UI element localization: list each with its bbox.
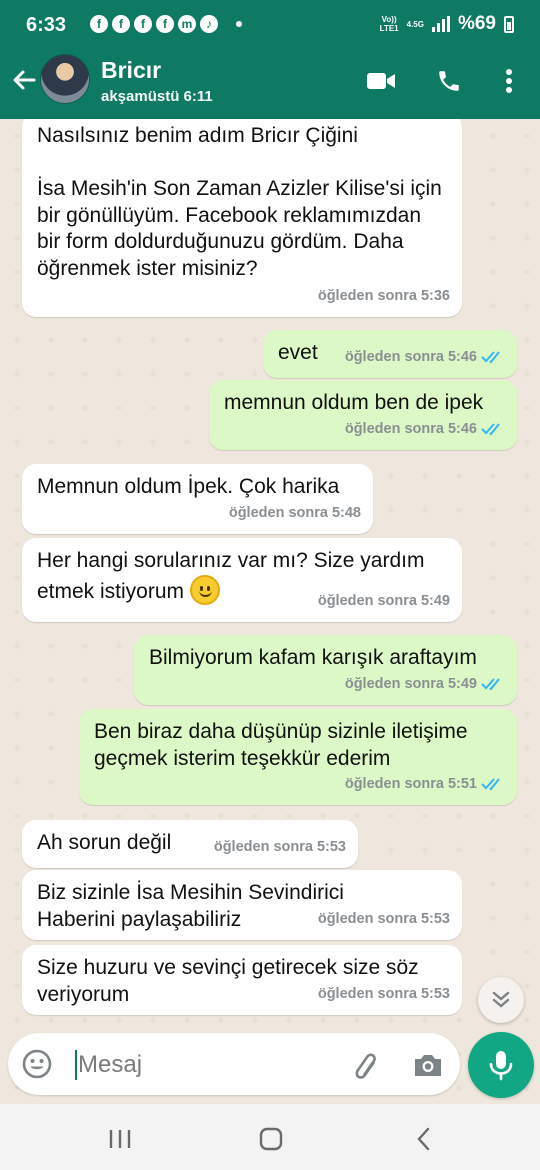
lte-label: LTE1	[379, 24, 399, 33]
slightly-smiling-face-emoji-icon	[189, 574, 220, 605]
message-incoming[interactable]: Her hangi sorularınız var mı? Size yardı…	[22, 538, 462, 622]
more-notifications-dot	[236, 21, 242, 27]
facebook-notification-icon: f	[112, 15, 130, 33]
tiktok-notification-icon: ♪	[200, 15, 218, 33]
volte-label: Vo))	[381, 15, 397, 24]
message-meta: öğleden sonra 5:53	[318, 906, 450, 933]
text-cursor	[75, 1050, 77, 1080]
message-outgoing[interactable]: evet öğleden sonra 5:46	[263, 330, 517, 378]
message-meta: öğleden sonra 5:36	[318, 283, 450, 310]
read-receipt-icon	[481, 423, 500, 436]
message-time: öğleden sonra 5:53	[213, 838, 346, 855]
message-meta: öğleden sonra 5:53	[318, 981, 450, 1008]
message-text: memnun oldum ben de ipek	[224, 391, 484, 414]
back-arrow-icon[interactable]	[10, 66, 38, 94]
message-meta: öğleden sonra 5:51	[345, 771, 505, 798]
messenger-notification-icon: m	[178, 15, 196, 33]
message-incoming[interactable]: Ah sorun değil öğleden sonra 5:53	[22, 820, 358, 868]
scroll-to-bottom-button[interactable]	[478, 977, 524, 1023]
message-text: Ben biraz daha düşünüp sizinle iletişime…	[94, 720, 474, 770]
message-incoming[interactable]: Memnun oldum İpek. Çok harika öğleden so…	[22, 464, 373, 534]
status-time: 6:33	[26, 14, 67, 36]
signal-strength-icon	[431, 16, 450, 32]
message-time: öğleden sonra 5:49	[344, 675, 477, 692]
message-meta: öğleden sonra 5:53	[214, 834, 346, 861]
camera-icon[interactable]	[411, 1048, 445, 1082]
message-text: Memnun oldum İpek. Çok harika	[37, 475, 340, 498]
microphone-icon	[489, 1051, 513, 1081]
system-navigation-bar	[0, 1104, 540, 1170]
notification-icons: f f f f m ♪	[90, 15, 242, 33]
contact-avatar[interactable]	[40, 54, 90, 104]
chat-messages-area[interactable]: Nasılsınız benim adım Bricır Çiğini İsa …	[0, 119, 540, 1104]
double-chevron-down-icon	[492, 991, 510, 1008]
message-meta: öğleden sonra 5:46	[345, 416, 505, 443]
message-time: öğleden sonra 5:46	[344, 348, 477, 365]
message-text: Nasılsınız benim adım Bricır Çiğini İsa …	[37, 124, 442, 280]
message-text: Bilmiyorum kafam karışık araftayım	[149, 646, 477, 669]
facebook-notification-icon: f	[134, 15, 152, 33]
message-time: öğleden sonra 5:49	[317, 592, 450, 609]
message-time: öğleden sonra 5:36	[317, 287, 450, 304]
chat-header: Bricır akşamüstü 6:11	[0, 50, 540, 119]
message-incoming[interactable]: Size huzuru ve sevinçi getirecek size sö…	[22, 945, 462, 1015]
home-icon[interactable]	[256, 1124, 286, 1154]
voice-call-icon[interactable]	[434, 66, 464, 96]
recent-apps-icon[interactable]	[105, 1124, 135, 1154]
battery-icon	[504, 15, 514, 33]
read-receipt-icon	[481, 351, 500, 364]
message-time: öğleden sonra 5:53	[317, 910, 450, 927]
back-icon[interactable]	[409, 1124, 439, 1154]
message-outgoing[interactable]: Bilmiyorum kafam karışık araftayım öğled…	[134, 635, 517, 705]
video-call-icon[interactable]	[366, 66, 396, 96]
message-meta: öğleden sonra 5:46	[345, 344, 505, 371]
attach-paperclip-icon[interactable]	[348, 1048, 382, 1082]
voice-message-button[interactable]	[468, 1032, 534, 1098]
facebook-notification-icon: f	[156, 15, 174, 33]
read-receipt-icon	[481, 778, 500, 791]
message-meta: öğleden sonra 5:48	[229, 500, 361, 527]
read-receipt-icon	[481, 678, 500, 691]
message-meta: öğleden sonra 5:49	[318, 588, 450, 615]
message-meta: öğleden sonra 5:49	[345, 671, 505, 698]
more-options-icon[interactable]	[494, 66, 524, 96]
message-time: öğleden sonra 5:53	[317, 985, 450, 1002]
message-time: öğleden sonra 5:51	[344, 775, 477, 792]
volte-indicator: Vo)) LTE1	[380, 15, 399, 33]
message-outgoing[interactable]: memnun oldum ben de ipek öğleden sonra 5…	[209, 380, 517, 450]
message-time: öğleden sonra 5:46	[344, 420, 477, 437]
battery-level: %69	[457, 13, 496, 34]
message-incoming[interactable]: Nasılsınız benim adım Bricır Çiğini İsa …	[22, 119, 462, 317]
status-right: Vo)) LTE1 4.5G %69	[380, 13, 514, 35]
message-time: öğleden sonra 5:48	[228, 504, 361, 521]
message-input[interactable]	[78, 1049, 328, 1081]
message-incoming[interactable]: Biz sizinle İsa Mesihin Sevindirici Habe…	[22, 870, 462, 940]
network-type: 4.5G	[406, 19, 424, 29]
contact-last-seen: akşamüstü 6:11	[101, 88, 213, 105]
message-outgoing[interactable]: Ben biraz daha düşünüp sizinle iletişime…	[79, 709, 517, 805]
message-composer	[8, 1033, 460, 1095]
facebook-notification-icon: f	[90, 15, 108, 33]
emoji-icon[interactable]	[21, 1048, 53, 1080]
status-bar: 6:33 f f f f m ♪ Vo)) LTE1 4.5G %69	[0, 0, 540, 50]
contact-name[interactable]: Bricır	[101, 57, 161, 84]
